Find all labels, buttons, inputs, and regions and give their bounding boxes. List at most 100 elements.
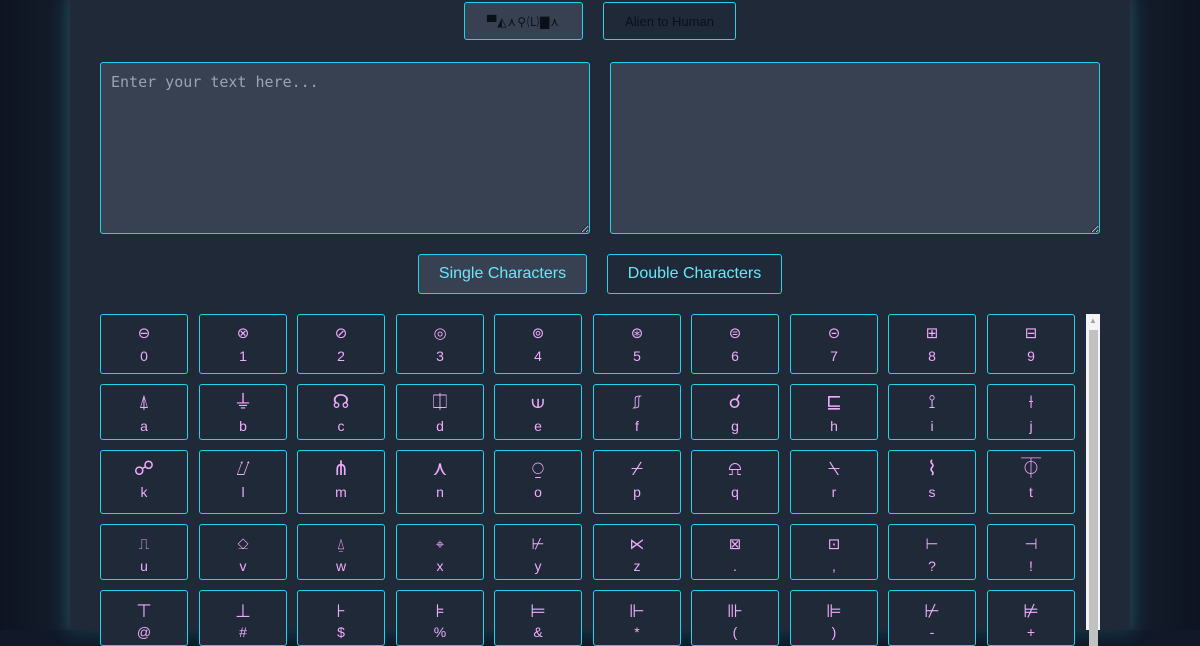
single-characters-tab[interactable]: Single Characters bbox=[418, 254, 587, 294]
key-glyph: ⟒ bbox=[531, 391, 545, 413]
key-a[interactable]: ⍋ a bbox=[100, 384, 188, 440]
key-glyph: ⊬ bbox=[531, 535, 545, 553]
key-label: a bbox=[140, 418, 148, 434]
key-glyph: ☌ bbox=[728, 391, 742, 413]
key-0[interactable]: ⊖ 0 bbox=[100, 314, 188, 374]
key-glyph: ⊫ bbox=[826, 601, 842, 622]
key-&[interactable]: ⊨ & bbox=[494, 590, 582, 646]
key-r[interactable]: ⍀ r bbox=[790, 450, 878, 514]
key-glyph: ⊟ bbox=[1024, 324, 1038, 342]
key-b[interactable]: ⏚ b bbox=[199, 384, 287, 440]
key-([interactable]: ⊪( bbox=[691, 590, 779, 646]
key-u[interactable]: ⎍ u bbox=[100, 524, 188, 580]
keyboard-scrollbar[interactable]: ▲ bbox=[1086, 314, 1100, 646]
key-glyph: ⋔ bbox=[332, 456, 350, 480]
key-x[interactable]: ⌖ x bbox=[396, 524, 484, 580]
key-label: m bbox=[335, 484, 347, 500]
key-3[interactable]: ◎ 3 bbox=[396, 314, 484, 374]
key-label: 6 bbox=[731, 348, 739, 364]
key-label: g bbox=[731, 418, 739, 434]
key-y[interactable]: ⊬ y bbox=[494, 524, 582, 580]
key-9[interactable]: ⊟ 9 bbox=[987, 314, 1075, 374]
key-label: x bbox=[436, 558, 444, 574]
key--[interactable]: ⊬ - bbox=[888, 590, 976, 646]
key-%[interactable]: ⊧% bbox=[396, 590, 484, 646]
key-glyph: ⌿ bbox=[631, 456, 643, 480]
human-to-alien-button[interactable]: ▀◭⋏⚲🄛▇⋏ bbox=[464, 2, 583, 40]
key-n[interactable]: ⋏ n bbox=[396, 450, 484, 514]
key-l[interactable]: ⌰ l bbox=[199, 450, 287, 514]
key-label: 7 bbox=[830, 348, 838, 364]
key-?[interactable]: ⊢? bbox=[888, 524, 976, 580]
key-q[interactable]: ⍾ q bbox=[691, 450, 779, 514]
key-label: 0 bbox=[140, 348, 148, 364]
key-5[interactable]: ⊛ 5 bbox=[593, 314, 681, 374]
key-label: j bbox=[1029, 418, 1033, 434]
key-g[interactable]: ☌ g bbox=[691, 384, 779, 440]
key-glyph: ⊪ bbox=[727, 601, 743, 622]
key-label: 4 bbox=[534, 348, 542, 364]
double-characters-tab[interactable]: Double Characters bbox=[607, 254, 782, 294]
key-d[interactable]: ⎅ d bbox=[396, 384, 484, 440]
key-c[interactable]: ☊ c bbox=[297, 384, 385, 440]
key-2[interactable]: ⊘ 2 bbox=[297, 314, 385, 374]
key-e[interactable]: ⟒ e bbox=[494, 384, 582, 440]
key-o[interactable]: ⍜ o bbox=[494, 450, 582, 514]
key-glyph: ⊜ bbox=[728, 324, 742, 342]
key-glyph: ⏁ bbox=[1021, 456, 1041, 480]
key-![interactable]: ⊣! bbox=[987, 524, 1075, 580]
key-$[interactable]: ⊦ $ bbox=[297, 590, 385, 646]
key-glyph: ⊩ bbox=[629, 601, 645, 622]
key-label: z bbox=[633, 558, 641, 574]
alien-to-human-button[interactable]: Alien to Human bbox=[603, 2, 736, 40]
key-glyph: ⟊ bbox=[1028, 391, 1034, 413]
key-7[interactable]: ⊝ 7 bbox=[790, 314, 878, 374]
key-glyph: ⊡ bbox=[827, 535, 841, 553]
key-@[interactable]: ⊤ @ bbox=[100, 590, 188, 646]
key-+[interactable]: ⊭ + bbox=[987, 590, 1075, 646]
key-i[interactable]: ⟟ i bbox=[888, 384, 976, 440]
input-textarea[interactable] bbox=[100, 62, 590, 234]
key-glyph: ⎐ bbox=[237, 535, 249, 553]
key-p[interactable]: ⌿ p bbox=[593, 450, 681, 514]
key-glyph: ⊤ bbox=[136, 601, 152, 622]
key-glyph: ⊣ bbox=[1024, 535, 1038, 553]
scrollbar-thumb[interactable] bbox=[1089, 330, 1098, 646]
key-s[interactable]: ⌇ s bbox=[888, 450, 976, 514]
key-)[interactable]: ⊫) bbox=[790, 590, 878, 646]
key-label: * bbox=[634, 624, 640, 640]
key-label: e bbox=[534, 418, 542, 434]
key-label: y bbox=[534, 558, 542, 574]
key-#[interactable]: ⊥ # bbox=[199, 590, 287, 646]
key-label: ? bbox=[928, 558, 936, 574]
key-comma[interactable]: ⊡, bbox=[790, 524, 878, 580]
key-glyph: ⋏ bbox=[432, 456, 448, 480]
key-h[interactable]: ⊑ h bbox=[790, 384, 878, 440]
key-period[interactable]: ⊠. bbox=[691, 524, 779, 580]
key-f[interactable]: ⎎ f bbox=[593, 384, 681, 440]
key-k[interactable]: ☍ k bbox=[100, 450, 188, 514]
scroll-up-arrow-icon[interactable]: ▲ bbox=[1086, 314, 1100, 328]
key-label: ! bbox=[1029, 558, 1033, 574]
key-v[interactable]: ⎐ v bbox=[199, 524, 287, 580]
key-glyph: ⎅ bbox=[432, 391, 448, 413]
key-6[interactable]: ⊜ 6 bbox=[691, 314, 779, 374]
key-label: n bbox=[436, 484, 444, 500]
key-1[interactable]: ⊗ 1 bbox=[199, 314, 287, 374]
key-j[interactable]: ⟊ j bbox=[987, 384, 1075, 440]
key-label: 8 bbox=[928, 348, 936, 364]
key-glyph: ⍜ bbox=[532, 456, 544, 480]
key-z[interactable]: ⋉ z bbox=[593, 524, 681, 580]
key-w[interactable]: ⍙ w bbox=[297, 524, 385, 580]
key-label: - bbox=[929, 624, 935, 640]
key-4[interactable]: ⊚ 4 bbox=[494, 314, 582, 374]
key-m[interactable]: ⋔ m bbox=[297, 450, 385, 514]
key-*[interactable]: ⊩ * bbox=[593, 590, 681, 646]
key-8[interactable]: ⊞ 8 bbox=[888, 314, 976, 374]
output-textarea[interactable] bbox=[610, 62, 1100, 234]
key-t[interactable]: ⏁ t bbox=[987, 450, 1075, 514]
key-label: t bbox=[1029, 484, 1033, 500]
key-label: p bbox=[633, 484, 641, 500]
key-glyph: ⊥ bbox=[235, 601, 251, 622]
key-label: r bbox=[831, 484, 837, 500]
